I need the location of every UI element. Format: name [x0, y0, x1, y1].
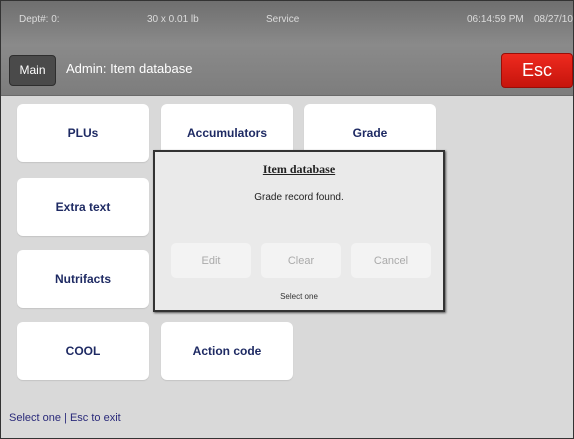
item-database-dialog: Item database Grade record found. Edit C… — [153, 150, 445, 312]
plus-tile[interactable]: PLUs — [17, 104, 149, 162]
header-bar: Main Admin: Item database Esc — [1, 45, 573, 96]
extra-text-tile[interactable]: Extra text — [17, 178, 149, 236]
cancel-button[interactable]: Cancel — [351, 243, 431, 278]
main-button[interactable]: Main — [9, 55, 56, 86]
mode-readout: Service — [266, 14, 300, 25]
dialog-prompt: Select one — [280, 292, 318, 301]
scale-screen: Dept#: 0: 30 x 0.01 lb Service 06:14:59 … — [0, 0, 574, 439]
cool-tile[interactable]: COOL — [17, 322, 149, 380]
page-title: Admin: Item database — [66, 61, 193, 76]
clear-button[interactable]: Clear — [261, 243, 341, 278]
department-readout: Dept#: 0: — [19, 14, 60, 25]
esc-button[interactable]: Esc — [501, 53, 573, 88]
edit-button[interactable]: Edit — [171, 243, 251, 278]
dialog-message: Grade record found. — [254, 192, 344, 203]
action-code-tile[interactable]: Action code — [161, 322, 293, 380]
footer-hint: Select one | Esc to exit — [9, 412, 121, 424]
nutrifacts-tile[interactable]: Nutrifacts — [17, 250, 149, 308]
time-readout: 06:14:59 PM — [467, 14, 524, 25]
date-readout: 08/27/10 — [534, 14, 573, 25]
weight-readout: 30 x 0.01 lb — [147, 14, 199, 25]
status-bar: Dept#: 0: 30 x 0.01 lb Service 06:14:59 … — [1, 1, 573, 45]
dialog-title: Item database — [262, 162, 336, 176]
